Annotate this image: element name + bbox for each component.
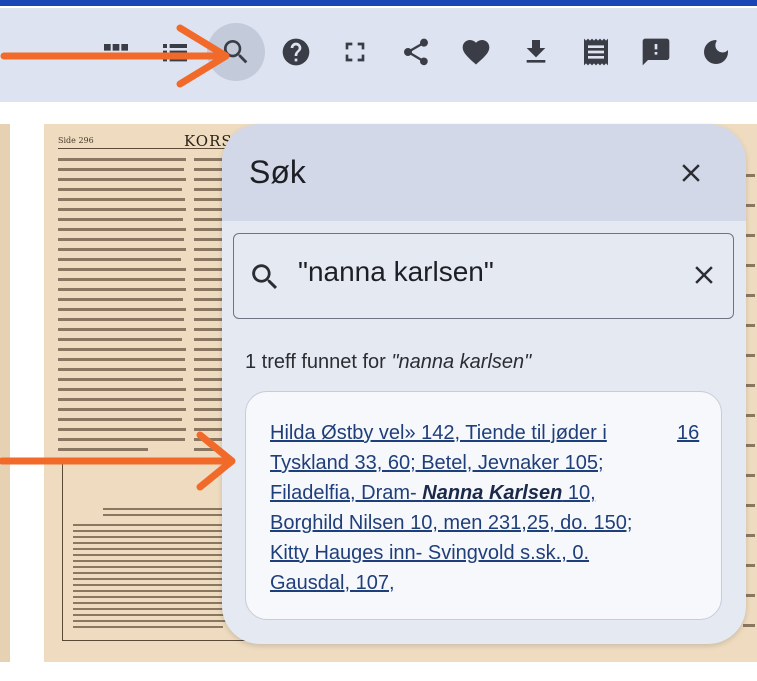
- close-icon: [682, 164, 700, 182]
- search-icon: [252, 264, 278, 290]
- search-input[interactable]: "nanna karlsen": [233, 233, 734, 319]
- grid-view-icon: [104, 44, 128, 60]
- clear-search-button[interactable]: [689, 260, 723, 294]
- favorite-button[interactable]: [447, 23, 505, 81]
- transcript-button[interactable]: [567, 23, 625, 81]
- page-header-rule: [58, 148, 238, 149]
- heart-icon: [462, 40, 490, 65]
- viewer-toolbar: [0, 8, 757, 102]
- share-button[interactable]: [387, 23, 445, 81]
- feedback-icon: [642, 38, 670, 66]
- snippet-highlight: Nanna Karlsen: [422, 482, 563, 504]
- close-dialog-button[interactable]: [674, 156, 708, 190]
- receipt-icon: [584, 38, 608, 66]
- text-lines-decoration: [58, 158, 186, 451]
- previous-page-edge: [0, 124, 10, 662]
- fullscreen-icon: [345, 42, 365, 62]
- help-icon: [282, 38, 310, 66]
- page-number: Side 296: [58, 136, 94, 145]
- help-button[interactable]: [267, 23, 325, 81]
- feedback-button[interactable]: [627, 23, 685, 81]
- result-page-number[interactable]: 16: [677, 418, 699, 448]
- search-dialog-title: Søk: [249, 154, 306, 190]
- page-text-column: [58, 154, 188, 454]
- search-query-value[interactable]: "nanna karlsen": [298, 256, 494, 288]
- search-field-icon: [248, 260, 282, 294]
- fullscreen-button[interactable]: [326, 23, 384, 81]
- download-button[interactable]: [507, 23, 565, 81]
- result-count: 1 treff funnet for "nanna karlsen": [245, 351, 531, 374]
- download-icon: [526, 40, 546, 63]
- share-icon: [404, 38, 428, 66]
- grid-view-button[interactable]: [87, 23, 145, 81]
- dark-mode-button[interactable]: [687, 23, 745, 81]
- list-view-icon: [163, 44, 187, 62]
- result-count-prefix: 1 treff funnet for: [245, 351, 392, 373]
- search-result-card[interactable]: Hilda Østby vel» 142, Tiende til jøder i…: [245, 391, 722, 620]
- result-count-query: "nanna karlsen": [391, 351, 532, 373]
- dark-mode-icon: [704, 40, 728, 64]
- search-dialog: Søk "nanna karlsen" 1 treff funnet for "…: [222, 124, 746, 644]
- search-icon: [223, 40, 248, 64]
- list-view-button[interactable]: [146, 23, 204, 81]
- result-snippet-link[interactable]: Hilda Østby vel» 142, Tiende til jøder i…: [270, 418, 670, 598]
- search-button[interactable]: [207, 23, 265, 81]
- clear-icon: [695, 266, 713, 284]
